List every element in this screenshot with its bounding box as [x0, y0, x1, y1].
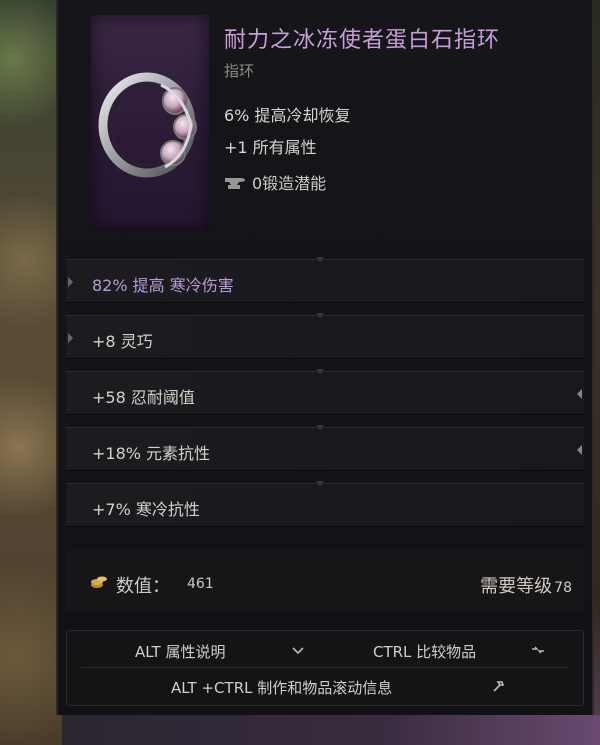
chevron-down-icon[interactable]	[291, 644, 305, 658]
divider-notch-icon	[316, 481, 324, 486]
altctrl-help-label: ALT +CTRL 制作和物品滚动信息	[171, 679, 393, 697]
ring-icon	[98, 72, 197, 178]
key-help-panel: ALT 属性说明 CTRL 比较物品 ALT +CTRL 制作和物品滚动信息	[66, 630, 584, 706]
affix-row[interactable]: 82% 提高 寒冷伤害	[66, 257, 584, 303]
ctrl-help-label: CTRL 比较物品	[373, 643, 477, 661]
item-tooltip: 耐力之冰冻使者蛋白石指环 指环 6% 提高冷却恢复 +1 所有属性 0锻造潜能 …	[56, 0, 594, 715]
affix-arrow-right-icon	[577, 445, 582, 455]
affix-text: 82% 提高 寒冷伤害	[92, 276, 234, 295]
affix-arrow-left-icon	[68, 333, 73, 343]
affix-text: +58 忍耐阈值	[92, 388, 195, 407]
game-world-background	[0, 0, 62, 745]
implicit-stat-cooldown: 6% 提高冷却恢复	[224, 106, 351, 125]
item-name: 耐力之冰冻使者蛋白石指环	[224, 28, 501, 53]
item-portrait	[90, 14, 210, 232]
divider-notch-icon	[316, 313, 324, 318]
gold-coins-icon	[91, 576, 107, 588]
item-type: 指环	[224, 62, 255, 80]
affix-row[interactable]: +18% 元素抗性	[66, 425, 584, 471]
affix-arrow-right-icon	[577, 389, 582, 399]
affix-row[interactable]: +58 忍耐阈值	[66, 369, 584, 415]
help-divider	[81, 667, 569, 668]
affix-text: +7% 寒冷抗性	[92, 500, 200, 519]
implicit-stat-attributes: +1 所有属性	[224, 138, 317, 157]
level-requirement-number: 78	[554, 580, 572, 596]
game-scene: 耐力之冰冻使者蛋白石指环 指环 6% 提高冷却恢复 +1 所有属性 0锻造潜能 …	[0, 0, 600, 745]
game-world-background-bottom	[62, 715, 600, 745]
value-number: 461	[187, 576, 214, 592]
compare-arrows-icon[interactable]	[531, 643, 545, 657]
divider-notch-icon	[316, 369, 324, 374]
affix-row[interactable]: +7% 寒冷抗性	[66, 481, 584, 527]
anvil-icon	[225, 178, 245, 189]
forge-potential-label: 0锻造潜能	[252, 174, 327, 193]
affix-text: +18% 元素抗性	[92, 444, 211, 463]
hammer-icon[interactable]	[491, 679, 505, 693]
level-requirement: 需要等级 78	[480, 572, 572, 598]
affix-arrow-left-icon	[68, 277, 73, 287]
divider-notch-icon	[316, 257, 324, 262]
item-footer: 数值： 461 需要等级 78	[66, 550, 584, 612]
affix-text: +8 灵巧	[92, 332, 153, 351]
level-requirement-label: 需要等级	[480, 576, 553, 597]
forge-potential: 0锻造潜能	[224, 170, 326, 194]
divider-notch-icon	[316, 425, 324, 430]
alt-help-label: ALT 属性说明	[135, 643, 226, 661]
value-label: 数值：	[116, 576, 170, 597]
affix-row[interactable]: +8 灵巧	[66, 313, 584, 359]
